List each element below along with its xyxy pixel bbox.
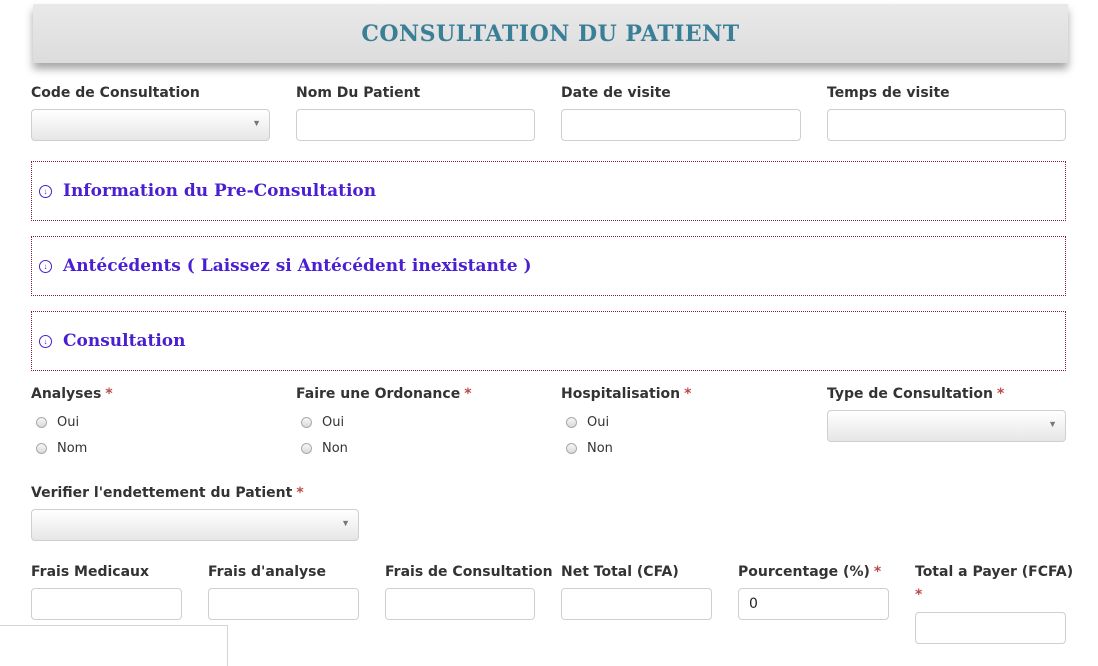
required-mark: *: [873, 564, 882, 580]
radio-label: Oui: [587, 415, 610, 430]
radio-circle[interactable]: [36, 417, 47, 428]
code-consultation-select[interactable]: ▼: [31, 109, 270, 141]
ordonance-non-radio[interactable]: Non: [301, 441, 348, 456]
endettement-select[interactable]: ▼: [31, 509, 359, 541]
analyses-oui-radio[interactable]: Oui: [36, 415, 79, 430]
caret-down-icon: ▼: [252, 118, 261, 128]
required-mark: *: [296, 485, 304, 501]
pourcentage-input[interactable]: 0: [738, 588, 889, 620]
radio-circle[interactable]: [566, 417, 577, 428]
frais-medicaux-label: Frais Medicaux: [31, 564, 150, 580]
pourcentage-label-text: Pourcentage (%): [738, 564, 870, 580]
temps-visite-input[interactable]: [827, 109, 1066, 141]
radio-circle[interactable]: [301, 443, 312, 454]
type-consultation-select[interactable]: ▼: [827, 410, 1066, 442]
ordonance-label: Faire une Ordonance *: [296, 386, 472, 402]
panel-title-pre-consultation: Information du Pre-Consultation: [63, 181, 377, 201]
radio-circle[interactable]: [301, 417, 312, 428]
type-consultation-label-text: Type de Consultation: [827, 386, 993, 402]
bottom-left-box: [0, 625, 228, 666]
radio-label: Non: [587, 441, 613, 456]
total-payer-required: *: [915, 587, 922, 603]
radio-label: Oui: [322, 415, 345, 430]
radio-circle[interactable]: [566, 443, 577, 454]
analyses-label: Analyses *: [31, 386, 113, 402]
panel-pre-consultation[interactable]: ↓ Information du Pre-Consultation: [31, 161, 1066, 221]
type-consultation-label: Type de Consultation *: [827, 386, 1004, 402]
radio-label: Non: [322, 441, 348, 456]
hospitalisation-label: Hospitalisation *: [561, 386, 691, 402]
required-mark: *: [464, 386, 472, 402]
radio-label: Oui: [57, 415, 80, 430]
page-title: CONSULTATION DU PATIENT: [361, 20, 740, 47]
radio-circle[interactable]: [36, 443, 47, 454]
date-visite-label: Date de visite: [561, 85, 671, 101]
analyses-nom-radio[interactable]: Nom: [36, 441, 87, 456]
endettement-label-text: Verifier l'endettement du Patient: [31, 485, 293, 501]
hospitalisation-oui-radio[interactable]: Oui: [566, 415, 609, 430]
ordonance-label-text: Faire une Ordonance: [296, 386, 461, 402]
circle-arrow-down-icon: ↓: [39, 259, 52, 273]
caret-down-icon: ▼: [1048, 419, 1057, 429]
page-header: CONSULTATION DU PATIENT: [33, 4, 1068, 63]
panel-title-consultation: Consultation: [63, 331, 186, 351]
required-mark: *: [915, 587, 923, 603]
net-total-label: Net Total (CFA): [561, 564, 679, 580]
frais-analyse-input[interactable]: [208, 588, 359, 620]
radio-label: Nom: [57, 441, 88, 456]
required-mark: *: [996, 386, 1005, 402]
panel-antecedents[interactable]: ↓ Antécédents ( Laissez si Antécédent in…: [31, 236, 1066, 296]
total-payer-label: Total a Payer (FCFA): [915, 564, 1074, 580]
nom-patient-input[interactable]: [296, 109, 535, 141]
panel-consultation[interactable]: ↓ Consultation: [31, 311, 1066, 371]
frais-consultation-input[interactable]: [385, 588, 535, 620]
hospitalisation-non-radio[interactable]: Non: [566, 441, 613, 456]
net-total-input[interactable]: [561, 588, 712, 620]
caret-down-icon: ▼: [341, 518, 350, 528]
frais-medicaux-input[interactable]: [31, 588, 182, 620]
frais-consultation-label: Frais de Consultation: [385, 564, 553, 580]
hospitalisation-label-text: Hospitalisation: [561, 386, 681, 402]
circle-arrow-down-icon: ↓: [39, 334, 52, 348]
pourcentage-label: Pourcentage (%) *: [738, 564, 881, 580]
required-mark: *: [684, 386, 692, 402]
panel-title-antecedents: Antécédents ( Laissez si Antécédent inex…: [63, 256, 532, 276]
analyses-label-text: Analyses: [31, 386, 102, 402]
ordonance-oui-radio[interactable]: Oui: [301, 415, 344, 430]
date-visite-input[interactable]: [561, 109, 801, 141]
frais-analyse-label: Frais d'analyse: [208, 564, 326, 580]
circle-arrow-down-icon: ↓: [39, 184, 52, 198]
required-mark: *: [105, 386, 113, 402]
endettement-label: Verifier l'endettement du Patient *: [31, 485, 304, 501]
total-payer-input[interactable]: [915, 612, 1066, 644]
code-consultation-label: Code de Consultation: [31, 85, 200, 101]
nom-patient-label: Nom Du Patient: [296, 85, 421, 101]
temps-visite-label: Temps de visite: [827, 85, 950, 101]
